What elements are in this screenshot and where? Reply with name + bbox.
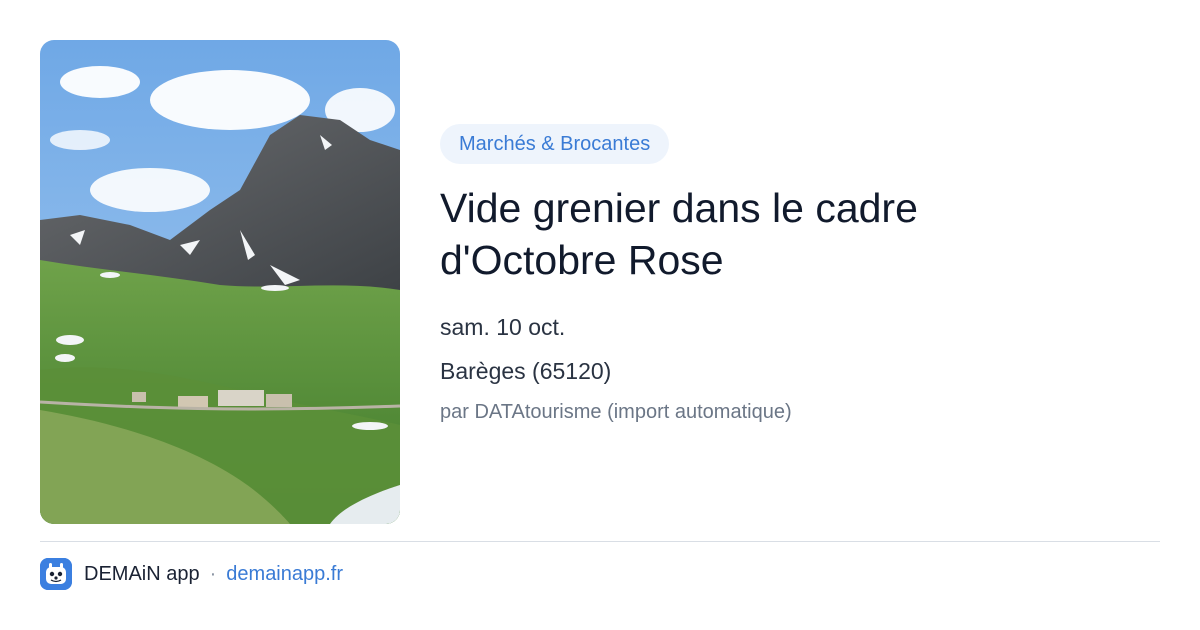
footer-divider xyxy=(40,541,1160,542)
event-photo xyxy=(40,40,400,524)
event-author: par DATAtourisme (import automatique) xyxy=(440,401,792,423)
event-location: Barèges (65120) xyxy=(440,358,612,384)
event-details: Marchés & Brocantes Vide grenier dans le… xyxy=(440,124,1140,426)
footer-separator: · xyxy=(209,562,217,585)
demain-app-icon xyxy=(40,558,72,590)
event-preview-card: Marchés & Brocantes Vide grenier dans le… xyxy=(0,0,1200,630)
event-title: Vide grenier dans le cadre d'Octobre Ros… xyxy=(440,185,918,283)
site-link[interactable]: demainapp.fr xyxy=(226,563,343,586)
event-date: sam. 10 oct. xyxy=(440,314,566,340)
footer: DEMAiN app · demainapp.fr xyxy=(40,558,343,590)
category-badge[interactable]: Marchés & Brocantes xyxy=(440,124,670,164)
app-name: DEMAiN app xyxy=(84,562,200,585)
